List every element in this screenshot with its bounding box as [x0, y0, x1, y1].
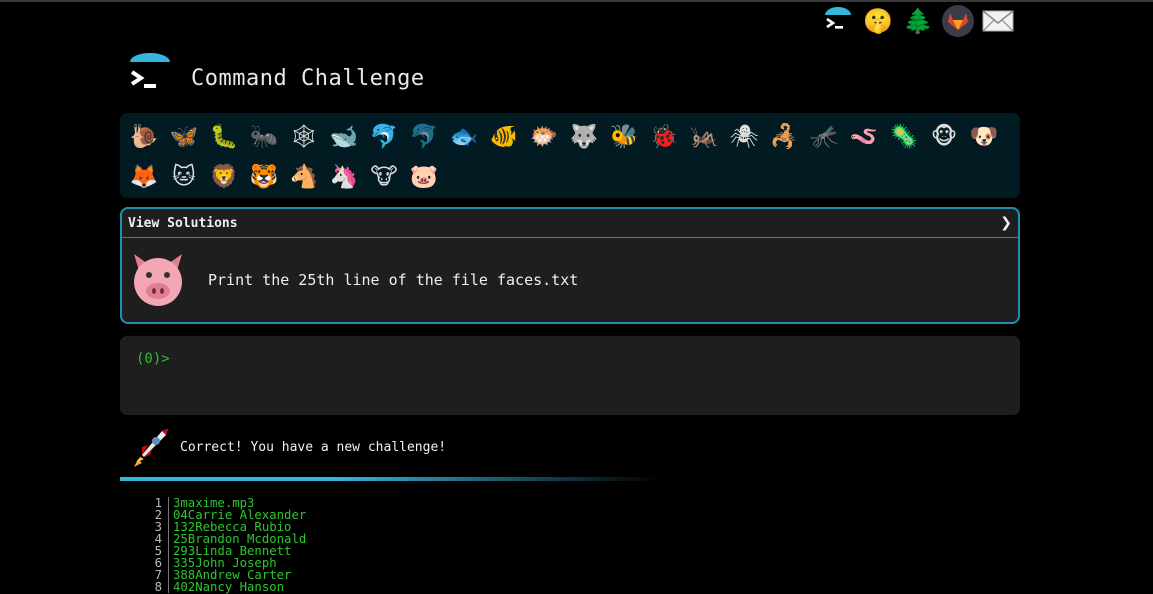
cow-icon[interactable]: 🐮 — [364, 157, 404, 197]
chevron-right-icon[interactable]: ❯ — [1000, 215, 1012, 231]
terminal-input[interactable]: (0)> — [120, 336, 1020, 415]
line-separator — [168, 521, 169, 533]
line-number: 8 — [154, 580, 162, 594]
cricket-icon[interactable]: 🦗 — [684, 117, 724, 157]
snail-icon[interactable]: 🐌 — [124, 117, 164, 157]
shushing-face-icon[interactable]: 🤫 — [862, 5, 894, 37]
file-output: 1 3maxime.mp3 2 04Carrie Alexander 3 132Rebec… — [140, 497, 307, 593]
success-message: Correct! You have a new challenge! — [128, 425, 446, 469]
logo-icon — [130, 53, 170, 88]
bee-icon[interactable]: 🐝 — [604, 117, 644, 157]
spider-icon[interactable]: 🕷 — [724, 117, 764, 157]
tiger-icon[interactable]: 🐯 — [244, 157, 284, 197]
challenge-panel: View Solutions ❯ Print the 25th line of … — [120, 207, 1020, 324]
fish-icon[interactable]: 🐟 — [444, 117, 484, 157]
line-separator — [168, 533, 169, 545]
dog-icon[interactable]: 🐶 — [964, 117, 1004, 157]
progress-bar — [120, 477, 660, 481]
line-separator — [168, 509, 169, 521]
success-message-text: Correct! You have a new challenge! — [180, 439, 447, 455]
line-content: 402Nancy Hanson — [173, 580, 285, 594]
fox-icon[interactable]: 🦊 — [124, 157, 164, 197]
lion-icon[interactable]: 🦁 — [204, 157, 244, 197]
whale-icon[interactable]: 🐋 — [324, 117, 364, 157]
gitlab-icon[interactable] — [942, 5, 974, 37]
page-title: Command Challenge — [191, 66, 425, 91]
rocket-icon — [134, 429, 168, 467]
line-separator — [168, 569, 169, 581]
dolphin-icon[interactable]: 🐬 — [364, 117, 404, 157]
ladybug-icon[interactable]: 🐞 — [644, 117, 684, 157]
view-solutions-toggle[interactable]: View Solutions ❯ — [122, 209, 1018, 238]
terminal-icon[interactable] — [822, 5, 854, 37]
tropical-fish-icon[interactable]: 🐠 — [484, 117, 524, 157]
pig-icon[interactable]: 🐷 — [404, 157, 444, 197]
mail-icon[interactable] — [982, 5, 1014, 37]
monkey-icon[interactable]: 🐵 — [924, 117, 964, 157]
tree-icon[interactable]: 🌲 — [902, 5, 934, 37]
top-icon-bar: 🤫 🌲 — [822, 5, 1014, 37]
blowfish-icon[interactable]: 🐡 — [524, 117, 564, 157]
wolf-icon[interactable]: 🐺 — [564, 117, 604, 157]
caterpillar-icon[interactable]: 🐛 — [204, 117, 244, 157]
line-separator — [168, 497, 169, 509]
cat-icon[interactable]: 🐱 — [164, 157, 204, 197]
worm-icon[interactable]: 🪱 — [844, 117, 884, 157]
mosquito-icon[interactable]: 🦟 — [804, 117, 844, 157]
line-separator — [168, 581, 169, 593]
web-icon[interactable]: 🕸 — [284, 117, 324, 157]
file-line: 8 402Nancy Hanson — [140, 581, 306, 593]
line-separator — [168, 557, 169, 569]
pig-face-icon — [134, 254, 182, 306]
view-solutions-label[interactable]: View Solutions — [128, 216, 238, 231]
butterfly-icon[interactable]: 🦋 — [164, 117, 204, 157]
line-separator — [168, 545, 169, 557]
terminal-prompt: (0)> — [136, 351, 170, 367]
challenge-text: Print the 25th line of the file faces.tx… — [208, 271, 579, 289]
ant-icon[interactable]: 🐜 — [244, 117, 284, 157]
horse-icon[interactable]: 🐴 — [284, 157, 324, 197]
window-top-border — [0, 0, 1153, 2]
dolphin-grey-icon[interactable]: 🐬 — [404, 117, 444, 157]
challenge-emoji-bar: 🐌 🦋 🐛 🐜 🕸 🐋 🐬 🐬 🐟 🐠 🐡 🐺 🐝 🐞 🦗 🕷 🦂 🦟 🪱 🦠 🐵 🐶 🦊 🐱 🦁 🐯 🐴 🦄 🐮 🐷 — [120, 113, 1020, 198]
scorpion-icon[interactable]: 🦂 — [764, 117, 804, 157]
unicorn-icon[interactable]: 🦄 — [324, 157, 364, 197]
microbe-icon[interactable]: 🦠 — [884, 117, 924, 157]
